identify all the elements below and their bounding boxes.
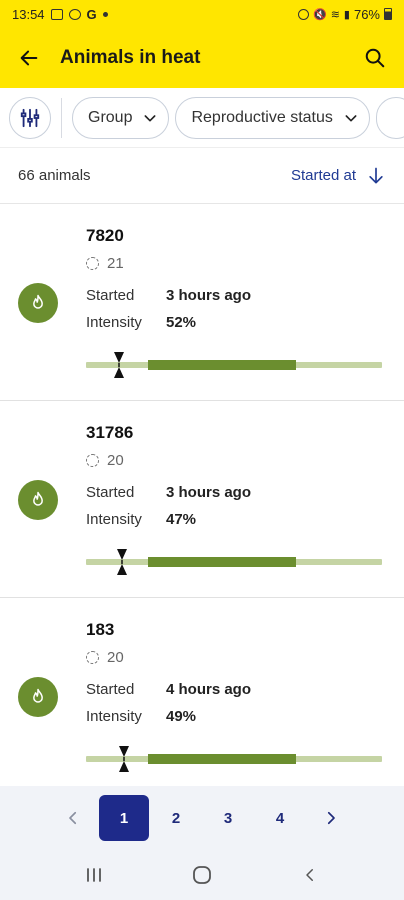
started-row: Started 3 hours ago xyxy=(86,484,251,501)
filter-settings-button[interactable] xyxy=(9,96,51,139)
intensity-value: 47% xyxy=(166,511,197,528)
started-label: Started xyxy=(86,287,135,304)
started-row: Started 3 hours ago xyxy=(86,287,251,304)
recents-button[interactable] xyxy=(74,860,114,890)
alarm-icon xyxy=(297,8,309,20)
chevron-down-icon xyxy=(145,114,156,121)
lactation-info: 20 xyxy=(86,452,124,469)
lactation-info: 21 xyxy=(86,255,124,272)
heat-status-icon xyxy=(18,480,58,520)
system-nav-bar xyxy=(0,850,404,900)
animal-id: 31786 xyxy=(86,423,134,442)
chevron-left-icon xyxy=(306,869,313,881)
animal-card[interactable]: 7820 21 Started 3 hours ago Intensity 52… xyxy=(0,204,404,401)
lactation-icon xyxy=(86,257,99,270)
heat-timeline-bar xyxy=(86,547,382,577)
chip-reproductive-status-label: Reproductive status xyxy=(191,108,333,126)
lactation-icon xyxy=(86,651,99,664)
heat-status-icon xyxy=(18,677,58,717)
heat-status-icon xyxy=(18,283,58,323)
flame-icon xyxy=(33,294,43,309)
heat-timeline-bar xyxy=(86,744,382,774)
intensity-value: 52% xyxy=(166,314,197,331)
prev-page-button[interactable] xyxy=(48,795,98,841)
search-button[interactable] xyxy=(360,43,390,73)
signal-icon: ▮ xyxy=(343,8,350,21)
battery-icon xyxy=(384,8,392,20)
animal-id: 7820 xyxy=(86,226,124,245)
chip-reproductive-status[interactable]: Reproductive status xyxy=(175,96,370,139)
chevron-right-icon xyxy=(327,811,335,825)
started-value: 3 hours ago xyxy=(166,484,252,501)
arrow-down-icon xyxy=(369,167,383,183)
flame-icon xyxy=(33,491,43,506)
sort-button[interactable]: Started at xyxy=(291,166,386,186)
lactation-number: 20 xyxy=(107,452,124,469)
started-label: Started xyxy=(86,484,135,501)
intensity-label: Intensity xyxy=(86,511,142,528)
intensity-row: Intensity 49% xyxy=(86,708,196,725)
gallery-icon xyxy=(50,8,63,20)
intensity-row: Intensity 47% xyxy=(86,511,196,528)
sort-label: Started at xyxy=(290,167,356,184)
started-row: Started 4 hours ago xyxy=(86,681,251,698)
lactation-info: 20 xyxy=(86,649,124,666)
lactation-number: 21 xyxy=(107,255,124,272)
animal-card[interactable]: 183 20 Started 4 hours ago Intensity 49% xyxy=(0,598,404,795)
back-button[interactable] xyxy=(14,43,44,73)
arrow-left-icon xyxy=(20,50,38,66)
intensity-label: Intensity xyxy=(86,708,142,725)
status-bar: 13:54 G 🔇 ≋ ▮ 76% xyxy=(0,0,404,28)
now-marker-icon xyxy=(119,746,129,772)
home-button[interactable] xyxy=(182,860,222,890)
chevron-left-icon xyxy=(69,811,77,825)
lactation-icon xyxy=(86,454,99,467)
status-time: 13:54 xyxy=(12,6,45,22)
intensity-row: Intensity 52% xyxy=(86,314,196,331)
mute-icon: 🔇 xyxy=(312,8,327,21)
search-icon xyxy=(365,48,385,68)
recents-icon xyxy=(87,868,101,882)
started-value: 3 hours ago xyxy=(166,287,252,304)
next-page-button[interactable] xyxy=(306,795,356,841)
google-icon: G xyxy=(86,6,97,22)
sliders-icon xyxy=(20,108,40,127)
list-summary: 66 animals Started at xyxy=(0,148,404,204)
lactation-number: 20 xyxy=(107,649,124,666)
page-1-button[interactable]: 1 xyxy=(99,795,149,841)
pagination: 1 2 3 4 xyxy=(0,786,404,850)
chevron-down-icon xyxy=(345,114,357,121)
started-value: 4 hours ago xyxy=(166,681,252,698)
whatsapp-icon xyxy=(68,8,81,20)
heat-timeline-bar xyxy=(86,350,382,380)
intensity-value: 49% xyxy=(166,708,197,725)
intensity-label: Intensity xyxy=(86,314,142,331)
started-label: Started xyxy=(86,681,135,698)
heat-window-fill xyxy=(148,754,296,764)
chip-group-label: Group xyxy=(88,108,133,126)
home-icon xyxy=(193,866,211,884)
flame-icon xyxy=(33,688,43,703)
battery-percent: 76% xyxy=(353,6,380,22)
now-marker-icon xyxy=(117,549,127,575)
system-back-button[interactable] xyxy=(290,860,330,890)
notification-dot-icon xyxy=(102,11,108,17)
page-3-button[interactable]: 3 xyxy=(203,795,253,841)
wifi-icon: ≋ xyxy=(330,8,340,21)
animal-count: 66 animals xyxy=(18,167,91,184)
chip-group[interactable]: Group xyxy=(72,96,170,139)
now-marker-icon xyxy=(114,352,124,378)
animal-id: 183 xyxy=(86,620,115,639)
page-title: Animals in heat xyxy=(60,47,201,68)
chip-more[interactable] xyxy=(375,96,404,139)
app-bar: Animals in heat xyxy=(0,28,404,88)
heat-window-fill xyxy=(148,557,296,567)
heat-window-fill xyxy=(148,360,296,370)
filter-divider xyxy=(61,97,62,138)
page-2-button[interactable]: 2 xyxy=(151,795,201,841)
filter-bar: Group Reproductive status xyxy=(0,88,404,148)
animal-card[interactable]: 31786 20 Started 3 hours ago Intensity 4… xyxy=(0,401,404,598)
page-4-button[interactable]: 4 xyxy=(255,795,305,841)
